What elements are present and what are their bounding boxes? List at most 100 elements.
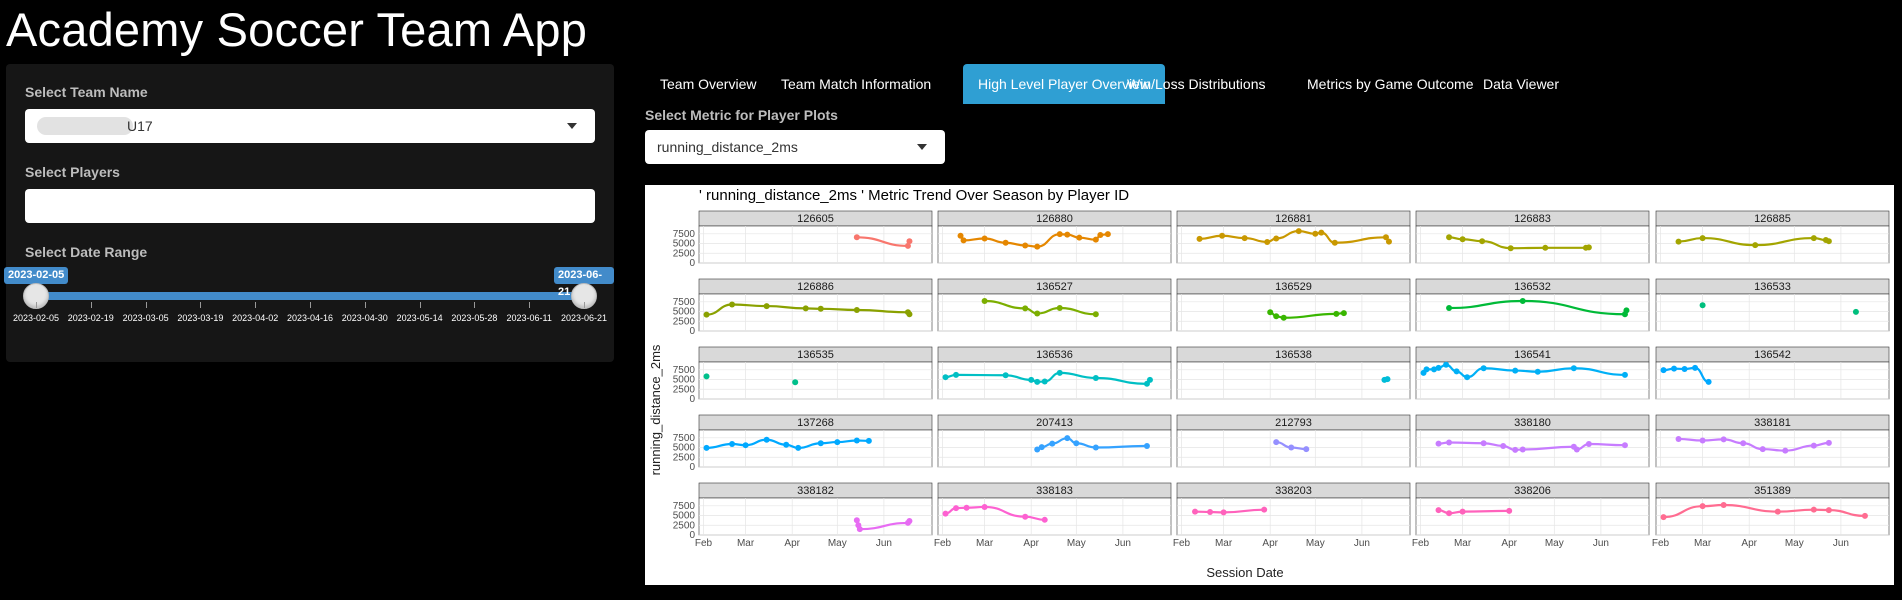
slider-tick-label: 2023-03-19: [177, 313, 224, 323]
facet-label: 136535: [797, 349, 834, 361]
data-point: [1092, 311, 1099, 318]
data-point: [1219, 232, 1226, 239]
data-point: [1384, 376, 1391, 383]
x-tick-label: May: [1067, 538, 1086, 549]
data-point: [1064, 231, 1071, 238]
data-point: [960, 237, 967, 244]
data-point: [1385, 238, 1392, 245]
data-point: [1752, 242, 1759, 249]
facet-label: 207413: [1036, 417, 1073, 429]
x-tick-label: Apr: [1501, 538, 1517, 549]
players-label: Select Players: [25, 164, 120, 180]
data-point: [1041, 516, 1048, 523]
data-point: [1623, 307, 1630, 314]
x-tick-label: Mar: [737, 538, 755, 549]
data-point: [1446, 439, 1453, 446]
x-tick-label: Mar: [1454, 538, 1472, 549]
facet-label: 136538: [1275, 349, 1312, 361]
y-tick-label: 5000: [673, 239, 696, 250]
slider-tick-label: 2023-06-11: [506, 313, 552, 323]
data-point: [1740, 440, 1747, 447]
x-tick-label: Apr: [1741, 538, 1757, 549]
facet-plot-area: [937, 429, 1172, 468]
y-tick-label: 7500: [673, 501, 696, 512]
y-tick-label: 7500: [673, 297, 696, 308]
team-name-label: Select Team Name: [25, 84, 148, 100]
tab-team-overview[interactable]: Team Overview: [645, 64, 771, 104]
data-point: [1264, 238, 1271, 245]
data-point: [906, 238, 913, 245]
data-point: [1423, 366, 1430, 373]
slider-tick-mark: [255, 302, 257, 308]
data-point: [1705, 378, 1712, 385]
y-tick-label: 2500: [673, 384, 696, 395]
facet-label: 338206: [1514, 485, 1551, 497]
date-range-slider[interactable]: [42, 292, 590, 300]
data-point: [1500, 442, 1507, 449]
data-point: [817, 305, 824, 312]
data-point: [1076, 234, 1083, 241]
data-point: [942, 374, 949, 381]
data-point: [1435, 364, 1442, 371]
tab-team-match-information[interactable]: Team Match Information: [766, 64, 946, 104]
data-point: [1573, 446, 1580, 453]
facet-plot-area: [1415, 497, 1650, 536]
x-tick-label: May: [828, 538, 847, 549]
slider-tick-label: 2023-05-28: [451, 313, 498, 323]
facet-label: 338183: [1036, 485, 1073, 497]
data-point: [1479, 238, 1486, 245]
data-point: [1825, 439, 1832, 446]
tab-win-loss-distributions[interactable]: Win/Loss Distributions: [1112, 64, 1281, 104]
facet-label: 126605: [797, 213, 834, 225]
data-point: [1782, 447, 1789, 454]
data-point: [1519, 446, 1526, 453]
facet-label: 126883: [1514, 213, 1551, 225]
slider-tick-mark: [90, 302, 92, 308]
data-point: [1446, 234, 1453, 241]
facet-label: 136533: [1754, 281, 1791, 293]
data-point: [1028, 376, 1035, 383]
data-point: [1056, 231, 1063, 238]
facet-plot-area: [1176, 361, 1411, 400]
data-point: [1288, 444, 1295, 451]
data-point: [1660, 367, 1667, 374]
data-point: [817, 440, 824, 447]
facet-label: 137268: [797, 417, 834, 429]
data-point: [953, 371, 960, 378]
data-point: [1542, 244, 1549, 251]
data-point: [1340, 310, 1347, 317]
x-tick-label: Jun: [1354, 538, 1370, 549]
data-point: [763, 436, 770, 443]
metric-select[interactable]: running_distance_2ms: [645, 130, 945, 164]
data-point: [853, 234, 860, 241]
data-point: [1699, 302, 1706, 309]
facet-plot-area: [1176, 293, 1411, 332]
facet-plot-area: [698, 361, 933, 400]
facet-plot-area: [937, 361, 1172, 400]
facet-label: 136542: [1754, 349, 1791, 361]
slider-tick-mark: [200, 302, 202, 308]
team-name-select[interactable]: U17: [25, 109, 595, 143]
tab-data-viewer[interactable]: Data Viewer: [1468, 64, 1574, 104]
tab-metrics-by-game-outcome[interactable]: Metrics by Game Outcome: [1292, 64, 1489, 104]
slider-tick-mark: [419, 302, 421, 308]
data-point: [1453, 368, 1460, 375]
player-metric-plot: ' running_distance_2ms ' Metric Trend Ov…: [645, 185, 1894, 585]
data-point: [1022, 305, 1029, 312]
facet-label: 126880: [1036, 213, 1073, 225]
facet-label: 126886: [797, 281, 834, 293]
data-point: [1720, 502, 1727, 509]
y-tick-label: 5000: [673, 443, 696, 454]
data-point: [1273, 313, 1280, 320]
slider-tick-mark: [584, 302, 585, 308]
slider-tick-label: 2023-04-02: [232, 313, 279, 323]
data-point: [981, 235, 988, 242]
x-tick-label: Jun: [876, 538, 892, 549]
data-point: [1699, 503, 1706, 510]
chevron-down-icon: [567, 123, 577, 129]
x-tick-label: Feb: [1412, 538, 1430, 549]
slider-tick-label: 2023-06-21: [560, 313, 608, 323]
data-point: [1480, 440, 1487, 447]
players-select-input[interactable]: [25, 189, 595, 223]
facet-label: 338182: [797, 485, 834, 497]
